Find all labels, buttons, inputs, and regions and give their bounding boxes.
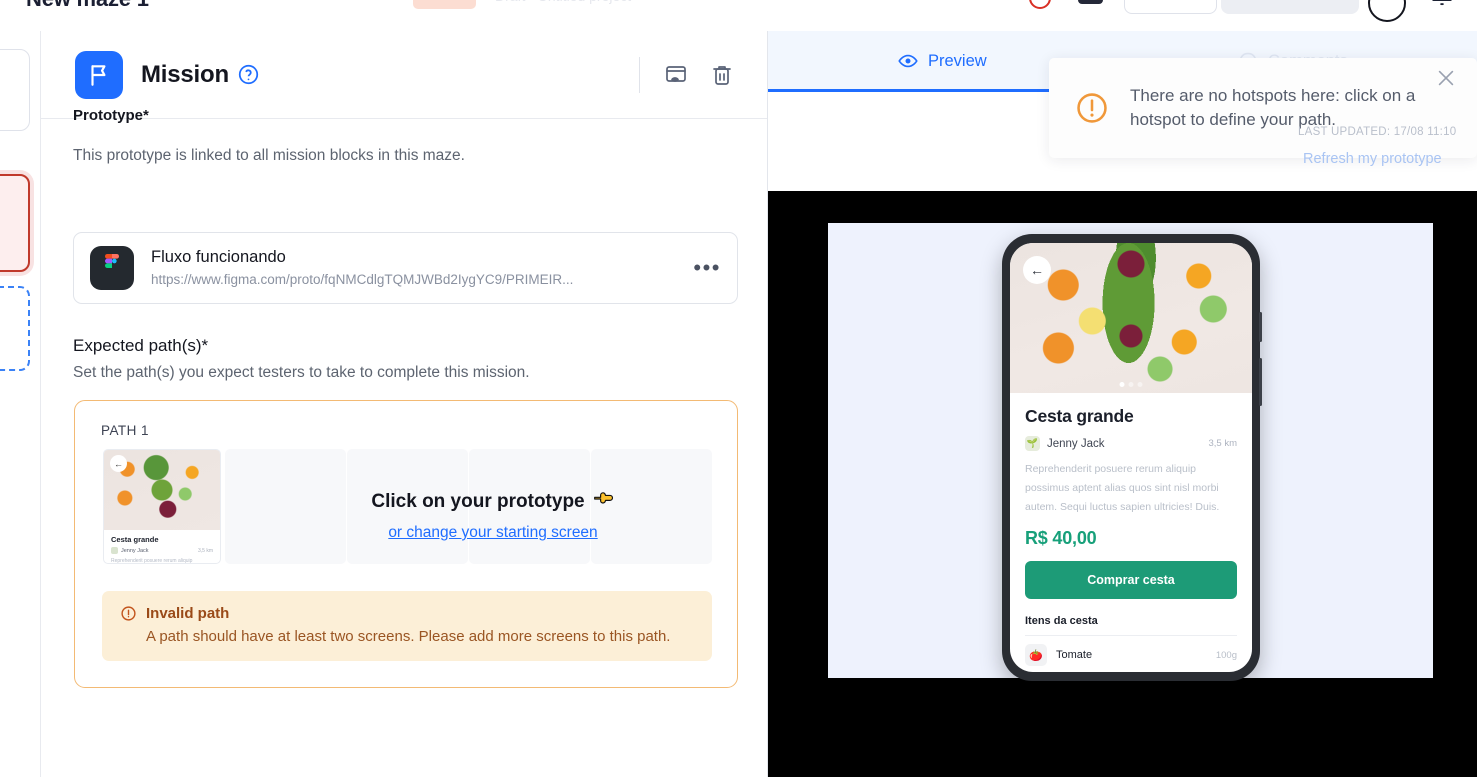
mission-header: Mission — [41, 31, 767, 119]
thumbnail-avatar — [111, 547, 118, 554]
mission-panel: Mission Prototype* This prototype is lin… — [41, 31, 768, 777]
question-circle-icon[interactable] — [238, 64, 259, 85]
product-title: Cesta grande — [1025, 406, 1134, 426]
last-updated-text: LAST UPDATED: 17/08 11:10 — [1298, 126, 1457, 138]
thumbnail-title: Cesta grande — [111, 535, 159, 544]
prototype-label: Prototype* — [73, 107, 149, 124]
eye-icon — [898, 51, 918, 71]
product-body: Cesta grande 🌱 Jenny Jack 3,5 km Reprehe… — [1010, 393, 1252, 667]
topbar-primary-button[interactable] — [1221, 0, 1359, 14]
preview-panel: Preview Comments There are no hotspots h… — [768, 31, 1477, 777]
phone-frame: ← Cesta grande 🌱 Jenny Jack 3,5 km Repre… — [1002, 234, 1262, 681]
expected-paths-title: Expected path(s)* — [73, 336, 209, 355]
prototype-note: This prototype is linked to all mission … — [73, 147, 465, 164]
prototype-card[interactable]: Fluxo funcionando https://www.figma.com/… — [73, 232, 738, 304]
tomato-icon: 🍅 — [1025, 644, 1047, 667]
maze-title: New maze 1 — [26, 0, 149, 12]
avatar[interactable] — [1368, 0, 1406, 22]
expected-paths-subtitle: Set the path(s) you expect testers to ta… — [73, 364, 530, 381]
carousel-indicator — [1119, 382, 1143, 387]
basket-item-qty: 100g — [1215, 649, 1237, 661]
product-seller-row: 🌱 Jenny Jack 3,5 km — [1025, 436, 1237, 451]
header-divider — [639, 56, 640, 93]
prototype-menu-button[interactable]: ••• — [683, 255, 721, 281]
record-icon[interactable] — [1029, 0, 1051, 9]
invalid-path-warning: Invalid path A path should have at least… — [102, 591, 712, 661]
product-hero-image: ← — [1010, 243, 1252, 393]
tab-preview-label: Preview — [928, 51, 987, 70]
card-preview-icon[interactable] — [664, 63, 688, 87]
product-price: R$ 40,00 — [1025, 528, 1097, 549]
thumbnail-image: ← — [104, 450, 220, 530]
hotspot-toast: There are no hotspots here: click on a h… — [1049, 58, 1477, 158]
warning-header: Invalid path — [120, 605, 694, 622]
blocks-rail — [0, 31, 41, 777]
top-bar: New maze 1 Draft · Untitled project — [0, 0, 1477, 31]
flag-icon — [75, 50, 123, 99]
tab-preview[interactable]: Preview — [898, 31, 987, 91]
items-divider — [1025, 635, 1237, 637]
path-overlay-text: Click on your prototype — [371, 491, 585, 512]
carousel-dot[interactable] — [1128, 382, 1134, 387]
thumbnail-body: Cesta grande Jenny Jack 3,5 km Reprehend… — [104, 530, 220, 564]
bell-icon[interactable] — [1431, 0, 1453, 6]
alert-circle-icon — [120, 605, 137, 622]
seller-name: Jenny Jack — [1047, 437, 1105, 450]
path-card: PATH 1 ← Cesta grande Jenny Jack 3,5 km … — [74, 400, 738, 688]
status-pill[interactable] — [413, 0, 476, 9]
close-icon[interactable] — [1435, 67, 1457, 89]
alert-circle-icon — [1075, 91, 1109, 125]
change-starting-screen-link[interactable]: or change your starting screen — [388, 524, 597, 542]
path-empty-overlay: Click on your prototype or change your s… — [343, 489, 643, 542]
basket-item-name: Tomate — [1056, 649, 1093, 662]
warning-title: Invalid path — [146, 605, 230, 622]
product-description: Reprehenderit posuere rerum aliquip poss… — [1025, 463, 1220, 514]
path-screen-slot-1[interactable]: ← Cesta grande Jenny Jack 3,5 km Reprehe… — [103, 449, 224, 564]
page-title: Mission — [141, 60, 229, 88]
figma-icon — [90, 246, 134, 290]
thumbnail-distance: 3,5 km — [197, 547, 213, 554]
arrow-left-icon: ← — [110, 455, 127, 472]
prototype-url: https://www.figma.com/proto/fqNMCdlgTQMJ… — [151, 272, 574, 288]
trash-icon[interactable] — [710, 63, 734, 87]
carousel-dot[interactable] — [1137, 382, 1143, 387]
path-label: PATH 1 — [101, 423, 149, 438]
app-root: New maze 1 Draft · Untitled project Miss… — [0, 0, 1477, 777]
block-card-default[interactable] — [0, 49, 30, 131]
carousel-dot[interactable] — [1119, 382, 1125, 387]
pointing-hand-icon — [593, 489, 615, 515]
phone-screen[interactable]: ← Cesta grande 🌱 Jenny Jack 3,5 km Repre… — [1010, 243, 1252, 672]
block-card-selected[interactable] — [0, 286, 30, 371]
seller-avatar: 🌱 — [1025, 436, 1040, 451]
basket-item-row[interactable]: 🍅 Tomate 100g — [1025, 644, 1237, 667]
basket-items-heading: Itens da cesta — [1025, 615, 1098, 628]
buy-basket-button[interactable]: Comprar cesta — [1025, 561, 1237, 600]
prototype-name: Fluxo funcionando — [151, 248, 286, 267]
preview-stage: ← Cesta grande 🌱 Jenny Jack 3,5 km Repre… — [768, 191, 1477, 777]
topbar-secondary-button[interactable] — [1124, 0, 1217, 14]
arrow-left-icon[interactable]: ← — [1023, 256, 1051, 284]
start-screen-thumbnail[interactable]: ← Cesta grande Jenny Jack 3,5 km Reprehe… — [103, 449, 221, 564]
thumbnail-description: Reprehenderit posuere rerum aliquip poss… — [111, 558, 193, 564]
path-overlay-title: Click on your prototype — [343, 489, 643, 515]
block-card-error[interactable] — [0, 174, 30, 272]
seller-distance: 3,5 km — [1208, 438, 1237, 449]
refresh-prototype-link[interactable]: Refresh my prototype — [1303, 151, 1442, 167]
thumbnail-meta: Jenny Jack 3,5 km — [111, 547, 213, 554]
warning-body: A path should have at least two screens.… — [146, 628, 671, 645]
camera-icon[interactable] — [1078, 0, 1103, 4]
topbar-meta: Draft · Untitled project — [495, 0, 631, 4]
prototype-info: Fluxo funcionando https://www.figma.com/… — [151, 246, 683, 289]
path-screen-slot-2[interactable] — [225, 449, 346, 564]
thumbnail-author: Jenny Jack — [121, 547, 149, 554]
preview-canvas[interactable]: ← Cesta grande 🌱 Jenny Jack 3,5 km Repre… — [828, 223, 1433, 681]
